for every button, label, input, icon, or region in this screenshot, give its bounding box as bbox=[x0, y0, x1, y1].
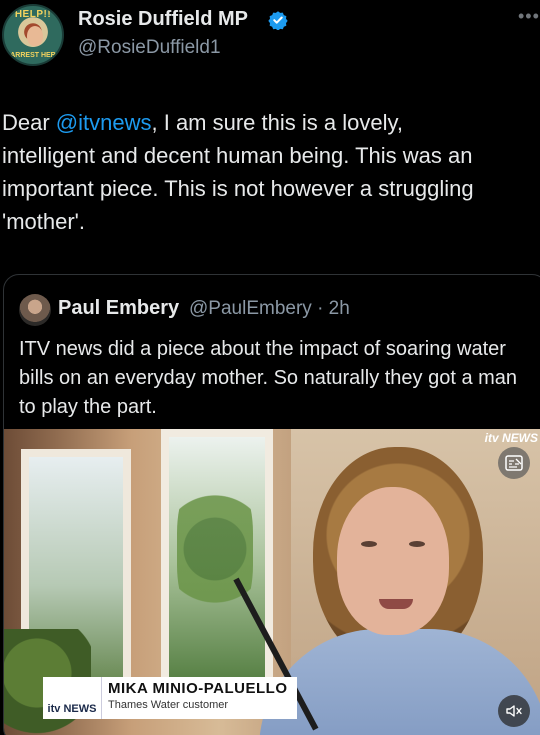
interviewee-role: Thames Water customer bbox=[108, 699, 229, 711]
tweet-text-segment: Dear bbox=[2, 110, 56, 135]
quoted-tweet-card[interactable]: Paul Embery @PaulEmbery · 2h ITV news di… bbox=[3, 274, 540, 735]
video-person-eye bbox=[409, 541, 425, 547]
verified-badge-icon[interactable] bbox=[268, 10, 288, 30]
captions-button[interactable] bbox=[498, 447, 530, 479]
tweet-header: HELP!! ARREST HER Rosie Duffield MP @Ros… bbox=[0, 0, 540, 78]
tweet-line-2: intelligent and decent human being. This… bbox=[2, 143, 473, 168]
lower-third-text: MIKA MINIO-PALUELLO Thames Water custome… bbox=[101, 677, 298, 719]
author-handle[interactable]: @RosieDuffield1 bbox=[78, 37, 221, 59]
video-person-face bbox=[337, 487, 449, 635]
quoted-author-meta: @PaulEmbery · 2h bbox=[189, 298, 350, 320]
tweet-line-1: Dear @itvnews, I am sure this is a lovel… bbox=[2, 106, 540, 139]
more-options-icon[interactable]: ••• bbox=[518, 6, 540, 27]
tweet-line-3: important piece. This is not however a s… bbox=[2, 176, 474, 201]
video-scene-plant bbox=[177, 469, 253, 629]
author-avatar[interactable]: HELP!! ARREST HER bbox=[2, 4, 64, 66]
mute-icon bbox=[506, 705, 522, 717]
mute-button[interactable] bbox=[498, 695, 530, 727]
video-person-eye bbox=[361, 541, 377, 547]
avatar-face bbox=[27, 26, 43, 46]
captions-icon bbox=[505, 455, 523, 471]
video-player[interactable]: itv NEWS itv NEWS MIKA MINIO-PALUELLO Th… bbox=[4, 429, 540, 735]
quoted-author-handle[interactable]: @PaulEmbery bbox=[189, 298, 312, 319]
video-person-mouth bbox=[379, 599, 413, 609]
quoted-tweet-time[interactable]: 2h bbox=[329, 298, 350, 319]
avatar-text-bottom: ARREST HER bbox=[10, 52, 56, 59]
tweet-body: Dear @itvnews, I am sure this is a lovel… bbox=[2, 106, 540, 238]
author-display-name[interactable]: Rosie Duffield MP bbox=[78, 8, 248, 31]
meta-separator: · bbox=[317, 298, 324, 319]
news-lower-third: itv NEWS MIKA MINIO-PALUELLO Thames Wate… bbox=[43, 677, 298, 719]
quoted-author-avatar[interactable] bbox=[19, 294, 51, 326]
quoted-tweet-text: ITV news did a piece about the impact of… bbox=[19, 338, 518, 418]
itv-news-corner-logo: itv NEWS bbox=[484, 431, 538, 445]
tweet-line-4: 'mother'. bbox=[2, 209, 85, 234]
avatar-text-top: HELP!! bbox=[14, 9, 52, 20]
mention-link[interactable]: @itvnews bbox=[56, 110, 152, 135]
interviewee-name: MIKA MINIO-PALUELLO bbox=[108, 680, 288, 697]
tweet-text-segment: , I am sure this is a lovely, bbox=[151, 110, 403, 135]
itv-news-logo: itv NEWS bbox=[43, 677, 101, 719]
quoted-author-name[interactable]: Paul Embery bbox=[58, 297, 179, 320]
